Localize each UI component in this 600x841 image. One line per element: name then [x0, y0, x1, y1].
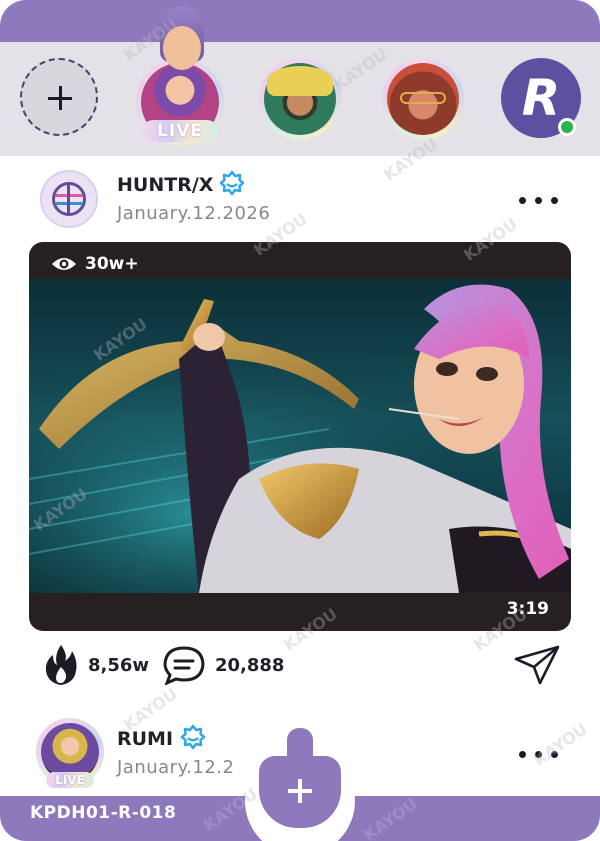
verified-badge-icon: [180, 724, 206, 750]
watermark: KAYOU: [530, 719, 591, 770]
top-band: [0, 0, 600, 42]
more-options-button[interactable]: [519, 194, 559, 206]
more-options-button-2[interactable]: [519, 748, 559, 760]
live-badge: LIVE: [142, 120, 218, 142]
video-player[interactable]: 30w+ 3:19: [29, 242, 571, 631]
globe-icon: [52, 182, 86, 216]
card-code: KPDH01-R-018: [30, 803, 177, 823]
fire-icon[interactable]: [44, 643, 78, 687]
story-avatar-1-head: [163, 26, 201, 70]
post2-date: January.12.2: [117, 757, 235, 778]
view-count: 30w+: [85, 254, 139, 274]
post-author-avatar[interactable]: [40, 170, 98, 228]
live-badge-small: LIVE: [46, 772, 94, 788]
comment-icon[interactable]: [162, 645, 206, 685]
story-avatar-2[interactable]: [259, 58, 341, 140]
card: LIVE R HUNTR/X January.12.2026 30w+ 3:19…: [0, 0, 600, 841]
post2-username[interactable]: RUMI: [117, 728, 173, 750]
comment-count: 20,888: [215, 655, 285, 676]
post-date: January.12.2026: [117, 203, 271, 224]
story-avatar-3[interactable]: [382, 58, 464, 140]
video-duration: 3:19: [506, 599, 549, 619]
eye-icon: [52, 258, 76, 270]
add-post-button[interactable]: [259, 728, 341, 828]
post-username[interactable]: HUNTR/X: [117, 174, 213, 196]
add-story-button[interactable]: [20, 58, 98, 136]
like-count: 8,56w: [88, 655, 150, 676]
send-icon[interactable]: [514, 645, 560, 685]
online-status-dot: [558, 118, 576, 136]
video-frame: [29, 279, 571, 593]
video-thumbnail: [29, 279, 571, 593]
verified-badge-icon: [219, 170, 245, 196]
